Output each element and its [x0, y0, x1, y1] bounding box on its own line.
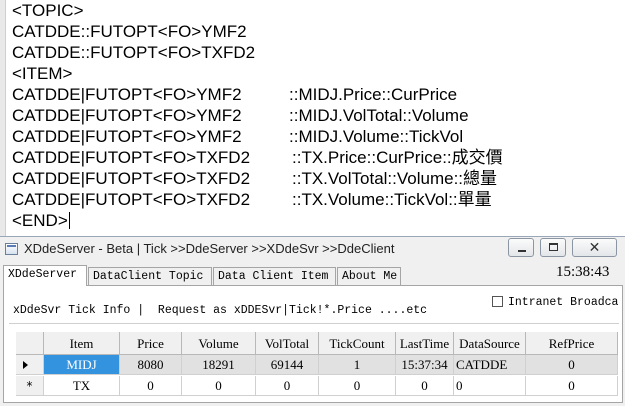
grid-cell-price[interactable]: 8080: [120, 355, 182, 375]
grid-cell-voltotal[interactable]: 69144: [256, 355, 319, 375]
intranet-broadcast-checkbox[interactable]: [492, 296, 503, 307]
grid-corner-header: [16, 332, 44, 355]
column-header-item[interactable]: Item: [44, 332, 120, 355]
column-header-volume[interactable]: Volume: [182, 332, 256, 355]
editor-line: CATDDE|FUTOPT<FO>YMF2::MIDJ.Price::CurPr…: [12, 85, 458, 104]
editor-line: CATDDE|FUTOPT<FO>TXFD2::TX.Price::CurPri…: [12, 148, 503, 167]
grid-cell-voltotal[interactable]: 0: [256, 376, 319, 396]
column-header-price[interactable]: Price: [120, 332, 182, 355]
grid-cell-refprice[interactable]: 0: [526, 355, 618, 375]
title-bar[interactable]: XDdeServer - Beta | Tick >>DdeServer >>X…: [0, 237, 625, 262]
maximize-button[interactable]: [540, 238, 566, 257]
editor-gutter: [0, 0, 6, 236]
grid-cell-volume[interactable]: 18291: [182, 355, 256, 375]
text-caret: [68, 212, 70, 229]
editor-line: <END>: [12, 211, 70, 230]
tab-data-client-item[interactable]: Data Client Item: [213, 267, 336, 285]
minimize-button[interactable]: [508, 238, 534, 257]
tick-info-label: xDdeSvr Tick Info | Request as xDDESvr|T…: [13, 304, 428, 317]
grid-cell-item[interactable]: TX: [44, 376, 120, 396]
grid-cell-datasource[interactable]: 0: [454, 376, 526, 396]
group-divider: [9, 323, 619, 324]
editor-line: CATDDE|FUTOPT<FO>YMF2::MIDJ.Volume::Tick…: [12, 127, 464, 146]
editor-line: <TOPIC>: [12, 1, 84, 20]
editor-line: CATDDE|FUTOPT<FO>YMF2::MIDJ.VolTotal::Vo…: [12, 106, 469, 125]
grid-cell-tickcount[interactable]: 1: [319, 355, 396, 375]
intranet-broadcast-label: Intranet Broadca: [508, 296, 619, 309]
tab-panel: Intranet Broadca xDdeSvr Tick Info | Req…: [3, 285, 623, 403]
current-row-arrow-icon: [23, 361, 28, 369]
grid-cell-refprice[interactable]: 0: [526, 376, 618, 396]
close-icon: ✕: [588, 239, 601, 255]
editor-line: CATDDE|FUTOPT<FO>TXFD2::TX.Volume::TickV…: [12, 190, 492, 209]
tab-dataclient-topic[interactable]: DataClient Topic: [88, 267, 212, 285]
editor-line: CATDDE::FUTOPT<FO>YMF2: [12, 22, 247, 41]
grid-cell-datasource[interactable]: CATDDE: [454, 355, 526, 375]
grid-cell-price[interactable]: 0: [120, 376, 182, 396]
grid-cell-lasttime[interactable]: 15:37:34: [396, 355, 454, 375]
tab-xddeserver[interactable]: XDdeServer: [3, 265, 87, 286]
app-window-icon: [5, 243, 18, 255]
editor-line: CATDDE::FUTOPT<FO>TXFD2: [12, 43, 256, 62]
grid-cell-lasttime[interactable]: 0: [396, 376, 454, 396]
intranet-broadcast-option[interactable]: Intranet Broadca: [492, 296, 618, 309]
clock-display: 15:38:43: [556, 264, 610, 280]
row-header-current[interactable]: [16, 355, 44, 375]
column-header-datasource[interactable]: DataSource: [454, 332, 526, 355]
grid-cell-volume[interactable]: 0: [182, 376, 256, 396]
window-title: XDdeServer - Beta | Tick >>DdeServer >>X…: [24, 241, 395, 256]
tab-about-me[interactable]: About Me: [337, 267, 401, 285]
xddeserver-window: XDdeServer - Beta | Tick >>DdeServer >>X…: [0, 236, 625, 406]
text-editor[interactable]: <TOPIC> CATDDE::FUTOPT<FO>YMF2 CATDDE::F…: [0, 0, 625, 236]
column-header-tickcount[interactable]: TickCount: [319, 332, 396, 355]
column-header-lasttime[interactable]: LastTime: [396, 332, 454, 355]
tick-data-grid[interactable]: Item Price Volume VolTotal TickCount Las…: [16, 332, 618, 398]
editor-line: <ITEM>: [12, 64, 73, 83]
close-button[interactable]: ✕: [572, 238, 617, 257]
column-header-refprice[interactable]: RefPrice: [526, 332, 618, 355]
editor-line: CATDDE|FUTOPT<FO>TXFD2::TX.VolTotal::Vol…: [12, 169, 498, 188]
new-row-star-icon[interactable]: *: [16, 376, 44, 396]
column-header-voltotal[interactable]: VolTotal: [256, 332, 319, 355]
grid-cell-item[interactable]: MIDJ: [44, 355, 120, 375]
grid-cell-tickcount[interactable]: 0: [319, 376, 396, 396]
